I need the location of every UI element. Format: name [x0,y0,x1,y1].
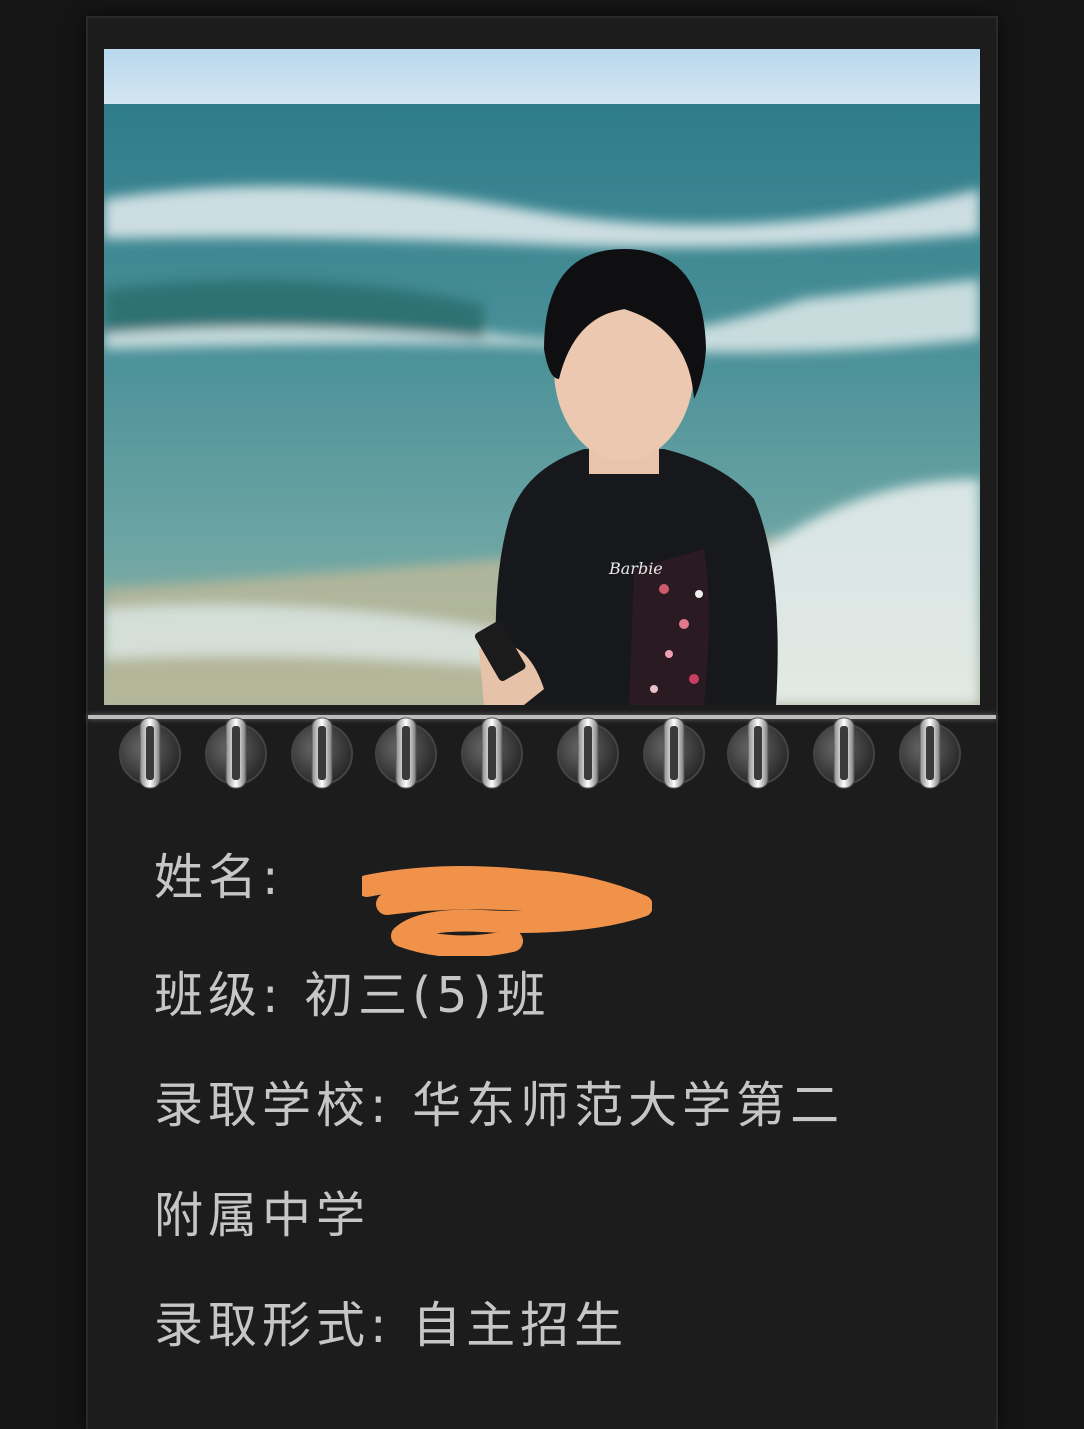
binding-ring [813,717,875,789]
admission-label: 录取形式: [154,1297,392,1354]
binding-ring [375,717,437,789]
binding-ring [557,717,619,789]
name-row: 姓名: [154,838,652,956]
binding-ring [643,717,705,789]
admission-value: 自主招生 [412,1297,629,1354]
name-label: 姓名: [154,849,284,906]
binding-ring [119,717,181,789]
binding-ring [461,717,523,789]
school-label: 录取学校: [154,1077,392,1134]
class-row: 班级: 初三(5)班 [154,956,551,1027]
admission-row: 录取形式: 自主招生 [154,1286,628,1357]
binding-ring [899,717,961,789]
class-label: 班级: [154,967,284,1024]
binding-ring [291,717,353,789]
school-row: 录取学校: 华东师范大学第二 [154,1066,844,1137]
student-photo: Barbie [104,49,980,705]
profile-card: Barbie 姓名: 班级: 初三(5)班 录取学校: 华东师范大学第二 附属中… [88,18,996,1429]
spiral-binding [112,716,972,790]
school-row-continued: 附属中学 [154,1176,370,1247]
class-value: 初三(5)班 [304,967,551,1024]
school-value-line1: 华东师范大学第二 [412,1077,845,1134]
name-redaction-scribble [362,866,652,956]
shirt-logo: Barbie [608,559,663,578]
binding-ring [205,717,267,789]
school-value-line2: 附属中学 [154,1187,371,1244]
binding-ring [727,717,789,789]
